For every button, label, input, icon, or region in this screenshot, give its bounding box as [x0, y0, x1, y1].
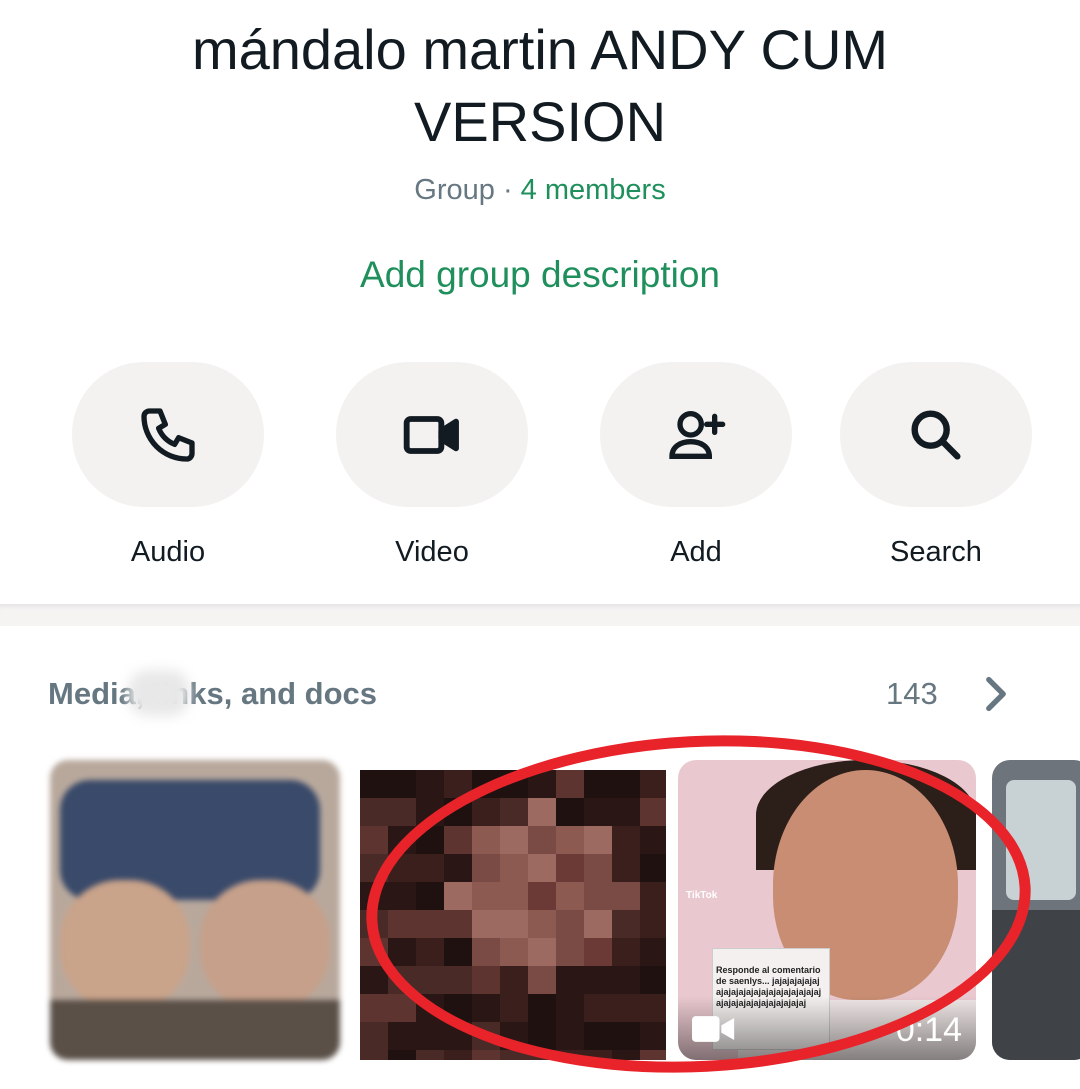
pixel-block — [472, 1050, 500, 1060]
redaction-blur — [128, 670, 190, 716]
media-thumbnail[interactable] — [50, 760, 340, 1060]
pixel-block — [360, 826, 388, 854]
pixel-block — [388, 1050, 416, 1060]
audio-call-button[interactable] — [72, 362, 264, 507]
pixel-block — [416, 1022, 444, 1050]
add-person-icon — [669, 410, 726, 459]
media-count: 143 — [886, 676, 938, 711]
subtitle-separator: · — [494, 174, 521, 206]
pixel-block — [416, 770, 444, 798]
section-divider — [0, 604, 1080, 626]
group-title: mándalo martin ANDY CUM VERSION — [191, 18, 889, 153]
search-icon — [911, 409, 961, 460]
members-link[interactable]: 4 members — [521, 174, 666, 206]
pixel-block — [360, 994, 388, 1022]
pixel-block — [416, 1050, 444, 1060]
video-call-button[interactable] — [336, 362, 528, 507]
add-description-link[interactable]: Add group description — [0, 250, 1080, 300]
audio-label: Audio — [130, 536, 206, 568]
group-subtitle: Group · 4 members — [0, 170, 1080, 210]
pixel-block — [360, 770, 388, 798]
pixel-block — [388, 770, 416, 798]
chevron-right-icon[interactable] — [982, 676, 1010, 712]
pixel-block — [360, 1050, 388, 1060]
video-label: Video — [395, 536, 469, 568]
media-section-title[interactable]: Media, links, and docs — [48, 672, 377, 716]
phone-icon — [141, 407, 195, 462]
pixel-block — [388, 798, 416, 826]
search-button[interactable] — [840, 362, 1032, 507]
pixel-block — [360, 1022, 388, 1050]
search-label: Search — [890, 536, 982, 568]
pixel-block — [444, 1050, 472, 1060]
pixel-block — [388, 1022, 416, 1050]
add-label: Add — [670, 536, 722, 568]
video-camera-icon — [403, 415, 459, 454]
group-type: Group — [414, 174, 495, 206]
pixel-block — [360, 798, 388, 826]
add-participant-button[interactable] — [600, 362, 792, 507]
